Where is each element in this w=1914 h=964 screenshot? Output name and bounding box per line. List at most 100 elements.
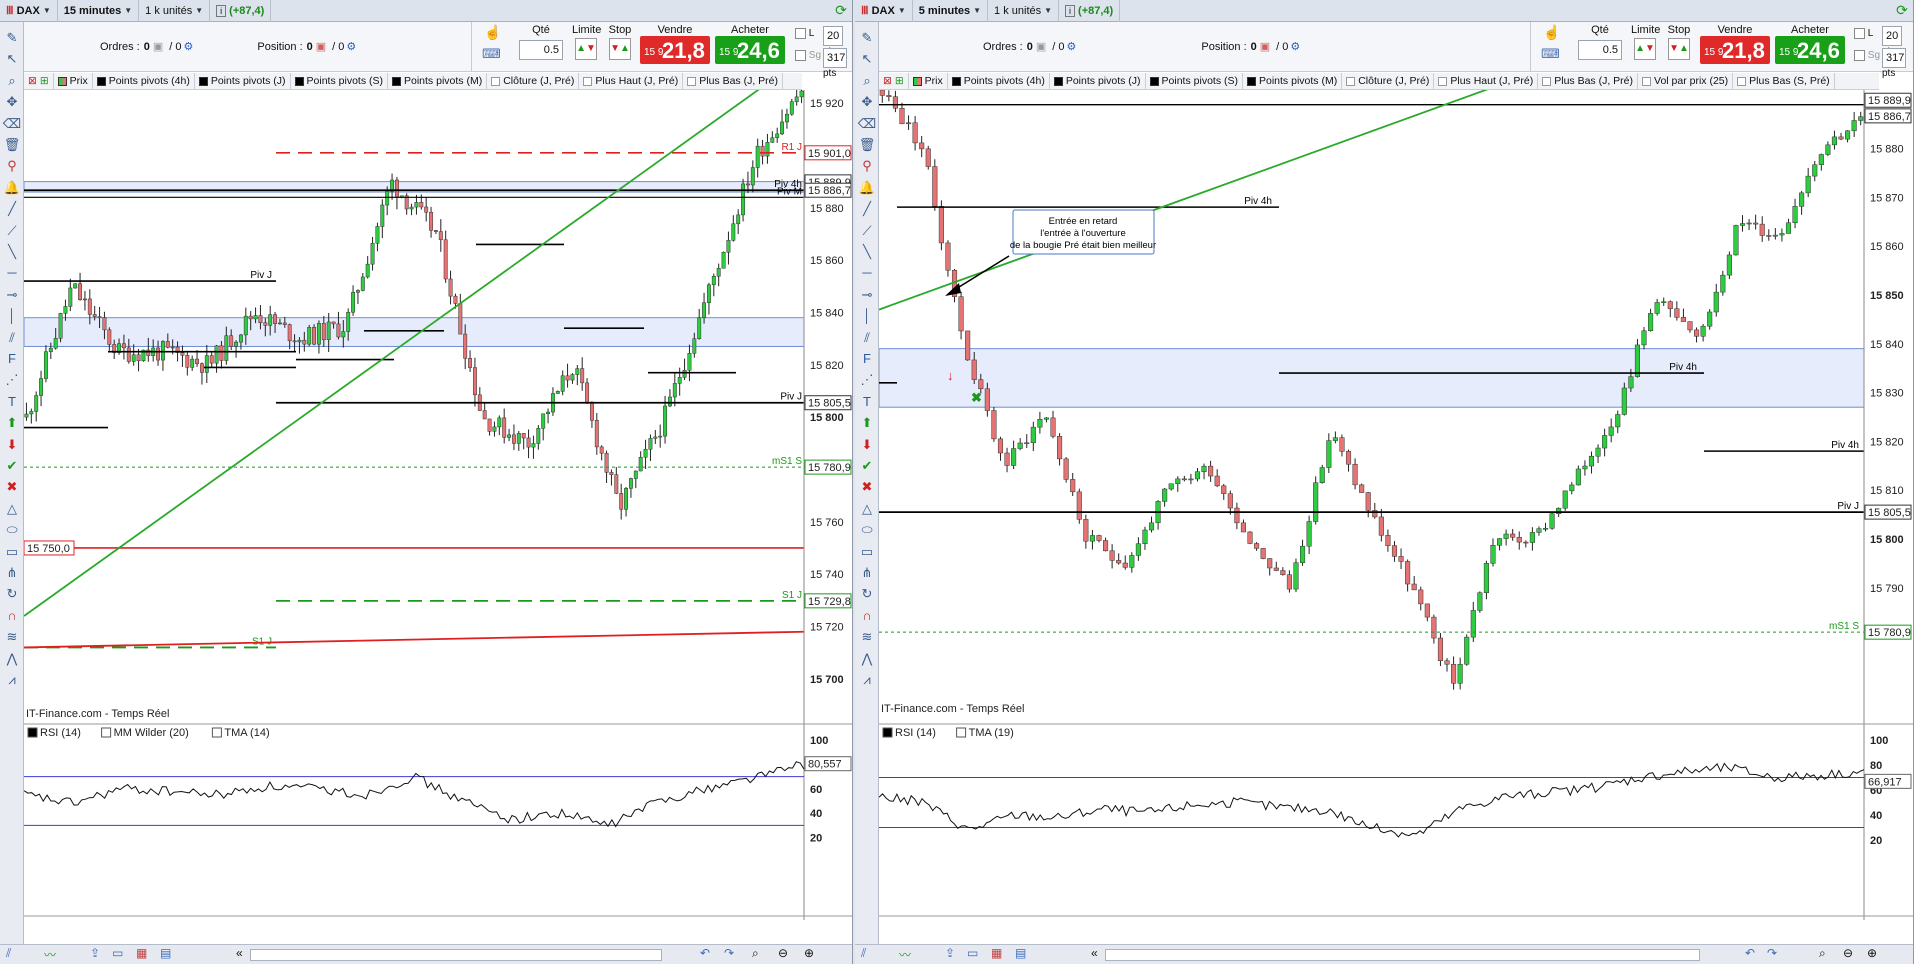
pts-input-2[interactable]: 317 xyxy=(823,48,847,68)
pattern-icon[interactable]: ⋀ xyxy=(2,649,22,669)
pattern-icon[interactable]: ⩘ xyxy=(857,670,877,690)
line-icon[interactable]: ╱ xyxy=(857,199,877,219)
arrow-up-icon[interactable]: ⬆ xyxy=(2,413,22,433)
checkbox-sg[interactable] xyxy=(1854,50,1865,61)
instrument-selector[interactable]: Ⅲ DAX ▼ xyxy=(0,0,58,22)
hline-icon[interactable]: ⊸ xyxy=(857,285,877,305)
move-icon[interactable]: ⊞ xyxy=(895,75,904,87)
option-l[interactable]: L xyxy=(1854,28,1873,39)
option-sg[interactable]: Sg xyxy=(1854,50,1880,61)
fan-icon[interactable]: ⋰ xyxy=(857,370,877,390)
sell-button[interactable]: 15 9 21,8 xyxy=(640,36,710,64)
wave-icon[interactable]: ≋ xyxy=(2,627,22,647)
chart-type-icon[interactable]: 〰 xyxy=(899,946,911,963)
pen-icon[interactable]: ✎ xyxy=(2,28,22,48)
checkbox-l[interactable] xyxy=(1854,28,1865,39)
indicator-legend-item[interactable]: Points pivots (4h) xyxy=(948,73,1050,89)
fib-icon[interactable]: F xyxy=(857,349,877,369)
buy-button[interactable]: 15 9 24,6 xyxy=(715,36,785,64)
vline-icon[interactable]: │ xyxy=(2,306,22,326)
check-icon[interactable]: ✔ xyxy=(857,456,877,476)
pen-icon[interactable]: ✎ xyxy=(857,28,877,48)
close-icon[interactable]: ⊠ xyxy=(883,75,892,87)
redo-icon[interactable]: ↷ xyxy=(724,946,734,960)
ray-icon[interactable]: ⟋ xyxy=(2,221,22,241)
position-close-icon[interactable]: ▣ xyxy=(1260,40,1270,53)
pattern-icon[interactable]: ⩘ xyxy=(2,670,22,690)
indicator-legend-item[interactable]: Points pivots (J) xyxy=(1050,73,1146,89)
calc-icon[interactable]: ▦ xyxy=(136,946,147,960)
qty-input[interactable]: 0.5 xyxy=(519,40,563,60)
sell-button[interactable]: 15 9 21,8 xyxy=(1700,36,1770,64)
magnet-icon[interactable]: ⚲ xyxy=(857,156,877,176)
indicator-legend-item[interactable]: Points pivots (S) xyxy=(1146,73,1243,89)
indicator-legend-item[interactable]: Prix xyxy=(909,73,948,89)
window-icon[interactable]: ▭ xyxy=(112,946,123,960)
rect-icon[interactable]: ▭ xyxy=(2,542,22,562)
refresh-icon[interactable]: ⟳ xyxy=(1891,2,1913,19)
list-icon[interactable]: ▤ xyxy=(1015,946,1026,960)
pts-input-2[interactable]: 317 xyxy=(1882,48,1906,68)
line-icon[interactable]: ╱ xyxy=(2,199,22,219)
alert-icon[interactable]: 🔔 xyxy=(2,178,22,198)
pitchfork-icon[interactable]: ⋔ xyxy=(2,563,22,583)
channel-icon[interactable]: ⫽ xyxy=(857,328,877,348)
indicator-legend-item[interactable]: Points pivots (M) xyxy=(1243,73,1343,89)
pts-input-1[interactable]: 20 xyxy=(1882,26,1902,46)
indicator-legend-item[interactable]: Points pivots (M) xyxy=(388,73,488,89)
info-icon[interactable]: i xyxy=(216,4,227,17)
indicator-legend-item[interactable]: Plus Haut (J, Pré) xyxy=(579,73,684,89)
magnet-icon[interactable]: ∩ xyxy=(857,606,877,626)
move-icon[interactable]: ⊞ xyxy=(40,75,49,87)
close-icon[interactable]: ⊠ xyxy=(28,75,37,87)
zoom-icon[interactable]: ⌕ xyxy=(857,71,877,91)
indicator-legend-item[interactable]: Vol par prix (25) xyxy=(1638,73,1734,89)
indicator-legend-item[interactable]: Plus Bas (J, Pré) xyxy=(1538,73,1639,89)
settings-icon[interactable]: ⚙ xyxy=(184,40,194,53)
wave-icon[interactable]: ≋ xyxy=(857,627,877,647)
magnet-icon[interactable]: ∩ xyxy=(2,606,22,626)
option-sg[interactable]: Sg xyxy=(795,50,821,61)
scroll-left-icon[interactable]: « xyxy=(1091,946,1098,960)
cycle-icon[interactable]: ↻ xyxy=(857,584,877,604)
triangle-icon[interactable]: △ xyxy=(2,499,22,519)
refresh-icon[interactable]: ⟳ xyxy=(830,2,852,19)
pts-input-1[interactable]: 20 xyxy=(823,26,843,46)
ray-icon[interactable]: ⟋ xyxy=(857,221,877,241)
zoom-fit-icon[interactable]: ⌕ xyxy=(752,946,759,961)
indicator-legend-item[interactable]: Points pivots (J) xyxy=(195,73,291,89)
text-icon[interactable]: T xyxy=(2,392,22,412)
ellipse-icon[interactable]: ⬭ xyxy=(2,520,22,540)
pointer-icon[interactable]: ☝ xyxy=(484,24,501,41)
triangle-icon[interactable]: △ xyxy=(857,499,877,519)
trash-icon[interactable]: 🗑 xyxy=(857,135,877,155)
stop-order-button[interactable]: Stop ▼▲ xyxy=(1665,24,1693,62)
indicator-legend-item[interactable]: Clôture (J, Pré) xyxy=(487,73,580,89)
fan-icon[interactable]: ⋰ xyxy=(2,370,22,390)
calc-icon[interactable]: ▦ xyxy=(991,946,1002,960)
cursor-icon[interactable]: ↖ xyxy=(857,49,877,69)
indicator-legend-item[interactable]: Points pivots (S) xyxy=(291,73,388,89)
hline-icon[interactable]: ─ xyxy=(2,263,22,283)
price-chart[interactable]: R1 JPiv 4hPiv MPiv JPiv JmS1 SS1 JS1 J15… xyxy=(24,90,853,920)
keyboard-icon[interactable]: ⌨ xyxy=(482,46,501,62)
indicator-legend-item[interactable]: Plus Bas (J, Pré) xyxy=(683,73,784,89)
arrow-up-icon[interactable]: ⬆ xyxy=(857,413,877,433)
zoom-out-icon[interactable]: ⊖ xyxy=(1843,946,1853,960)
indicator-list-icon[interactable]: ⫽ xyxy=(6,946,11,961)
cycle-icon[interactable]: ↻ xyxy=(2,584,22,604)
eraser-icon[interactable]: ⌫ xyxy=(2,114,22,134)
keyboard-icon[interactable]: ⌨ xyxy=(1541,46,1560,62)
undo-icon[interactable]: ↶ xyxy=(700,946,710,960)
settings-icon[interactable]: ⚙ xyxy=(1290,40,1300,53)
indicator-legend-item[interactable]: Prix xyxy=(54,73,93,89)
alert-icon[interactable]: 🔔 xyxy=(857,178,877,198)
fib-icon[interactable]: F xyxy=(2,349,22,369)
indicator-legend-item[interactable]: Plus Bas (S, Pré) xyxy=(1733,73,1835,89)
scroll-left-icon[interactable]: « xyxy=(236,946,243,960)
indicator-legend-item[interactable]: Points pivots (4h) xyxy=(93,73,195,89)
cross-icon[interactable]: ✖ xyxy=(2,477,22,497)
horizontal-scrollbar[interactable] xyxy=(1105,949,1700,961)
window-icon[interactable]: ▭ xyxy=(967,946,978,960)
units-selector[interactable]: 1 k unités ▼ xyxy=(139,0,211,22)
